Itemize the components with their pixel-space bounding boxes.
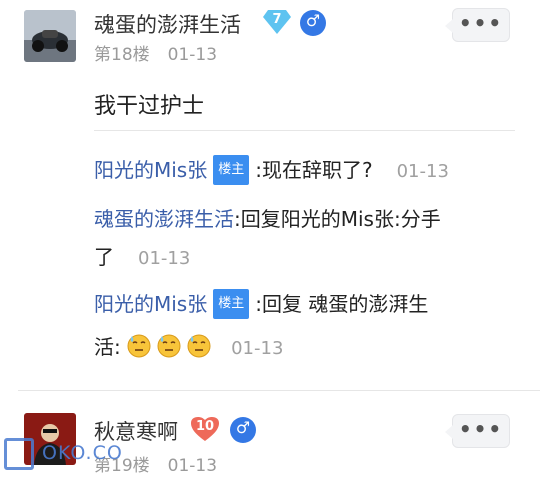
reply-item[interactable]: 阳光的Mis张 楼主:现在辞职了? 01-13	[94, 155, 449, 186]
male-gender-icon: ♂	[300, 10, 326, 36]
reply-item[interactable]: 魂蛋的澎湃生活:回复阳光的Mis张:分手	[94, 205, 441, 233]
floor-number: 第18楼	[94, 45, 150, 65]
reply-date: 01-13	[138, 248, 191, 269]
more-options-button[interactable]: •••	[445, 414, 510, 448]
more-dots-icon: •••	[458, 11, 504, 35]
watermark-logo-icon	[4, 438, 34, 470]
host-badge: 楼主	[213, 155, 250, 185]
post-date: 01-13	[167, 45, 218, 65]
male-gender-icon: ♂	[230, 417, 256, 443]
divider	[94, 130, 515, 131]
reply-text-wrap: 了	[94, 245, 114, 269]
level-badge: 7	[262, 9, 292, 35]
reply-item[interactable]: 阳光的Mis张 楼主:回复 魂蛋的澎湃生	[94, 289, 428, 319]
more-options-button[interactable]: •••	[445, 8, 510, 42]
reply-text: :回复 魂蛋的澎湃生	[255, 292, 429, 316]
avatar[interactable]	[24, 10, 76, 62]
host-badge: 楼主	[213, 289, 250, 319]
floor-info: 第18楼 01-13	[94, 40, 217, 65]
level-badge: 10	[190, 416, 220, 442]
reply-text: :现在辞职了?	[255, 158, 373, 182]
post-date: 01-13	[167, 456, 218, 476]
reply-username[interactable]: 阳光的Mis张	[94, 292, 207, 316]
level-number: 10	[195, 419, 215, 434]
sweat-emoji-icon	[127, 334, 151, 358]
post-content: 我干过护士	[94, 94, 205, 119]
sweat-emoji-icon	[157, 334, 181, 358]
sweat-emoji-icon	[187, 334, 211, 358]
username[interactable]: 魂蛋的澎湃生活	[94, 9, 241, 39]
reply-text: :回复阳光的Mis张:分手	[234, 207, 441, 231]
reply-date: 01-13	[396, 161, 449, 182]
reply-username[interactable]: 阳光的Mis张	[94, 158, 207, 182]
reply-date: 01-13	[231, 338, 284, 359]
reply-continuation: 了 01-13	[94, 243, 190, 273]
reply-continuation: 活: 01-13	[94, 333, 283, 363]
section-divider	[18, 390, 540, 391]
watermark-text: OKO.CO	[42, 442, 123, 464]
avatar-image	[24, 10, 76, 62]
reply-username[interactable]: 魂蛋的澎湃生活	[94, 207, 234, 231]
reply-text-wrap: 活:	[94, 335, 121, 359]
level-number: 7	[272, 12, 282, 27]
more-dots-icon: •••	[458, 417, 504, 441]
